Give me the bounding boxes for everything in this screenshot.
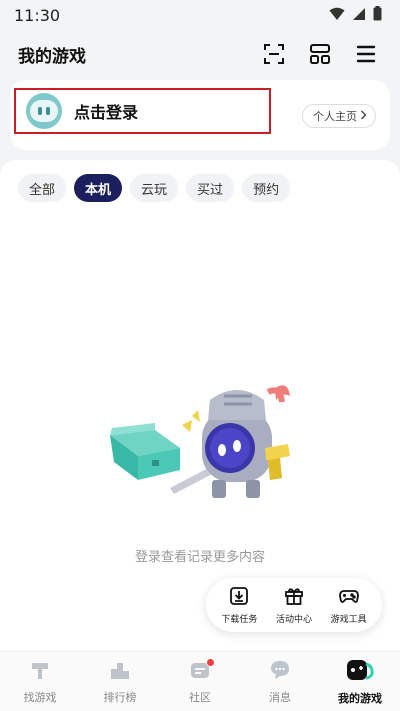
empty-state-illustration bbox=[110, 385, 290, 498]
nav-label: 找游戏 bbox=[23, 690, 57, 704]
nav-label: 我的游戏 bbox=[338, 691, 382, 705]
avatar-face-icon bbox=[30, 100, 58, 122]
profile-label: 个人主页 bbox=[313, 110, 357, 123]
filter-tabs: 全部 本机 云玩 买过 预约 bbox=[18, 174, 291, 202]
tab-local[interactable]: 本机 bbox=[74, 174, 123, 202]
nav-label: 社区 bbox=[189, 690, 211, 704]
gift-icon bbox=[284, 586, 304, 610]
download-icon bbox=[229, 586, 249, 610]
login-button[interactable]: 点击登录 bbox=[14, 88, 271, 134]
wifi-icon bbox=[329, 6, 345, 25]
signal-icon bbox=[352, 6, 366, 25]
nav-community[interactable]: 社区 bbox=[160, 652, 240, 711]
chevron-right-icon bbox=[360, 110, 367, 123]
tab-all[interactable]: 全部 bbox=[18, 174, 67, 202]
download-tasks-button[interactable]: 下载任务 bbox=[221, 586, 257, 625]
page-title: 我的游戏 bbox=[18, 46, 86, 67]
scan-icon[interactable] bbox=[262, 42, 286, 66]
activity-center-button[interactable]: 活动中心 bbox=[276, 586, 312, 625]
nav-label: 消息 bbox=[269, 690, 291, 704]
empty-state-text: 登录查看记录更多内容 bbox=[134, 550, 265, 565]
header-actions bbox=[262, 42, 378, 66]
podium-icon bbox=[109, 659, 131, 685]
chat-bubble-icon bbox=[269, 659, 291, 685]
tool-label: 下载任务 bbox=[221, 614, 258, 625]
avatar bbox=[26, 93, 62, 129]
gamepad-icon bbox=[338, 586, 359, 610]
profile-button[interactable]: 个人主页 bbox=[302, 104, 376, 128]
status-time: 11:30 bbox=[14, 5, 61, 25]
floating-tools-bar: 下载任务 活动中心 游戏工具 bbox=[206, 578, 382, 632]
nav-find-games[interactable]: 找游戏 bbox=[0, 652, 80, 711]
tab-purchased[interactable]: 买过 bbox=[186, 174, 235, 202]
treasure-chest-icon bbox=[110, 423, 180, 480]
login-card: 点击登录 个人主页 bbox=[10, 80, 390, 150]
layout-grid-icon[interactable] bbox=[308, 42, 332, 66]
notification-badge bbox=[206, 658, 215, 667]
nav-messages[interactable]: 消息 bbox=[240, 652, 320, 711]
battery-icon bbox=[373, 5, 382, 25]
header: 我的游戏 bbox=[0, 34, 400, 74]
my-games-icon bbox=[346, 658, 374, 686]
status-bar: 11:30 bbox=[0, 0, 400, 30]
system-icons bbox=[329, 5, 382, 25]
tool-label: 活动中心 bbox=[275, 614, 312, 625]
tab-cloud[interactable]: 云玩 bbox=[130, 174, 179, 202]
hammer-icon bbox=[29, 659, 51, 685]
login-label: 点击登录 bbox=[74, 103, 139, 122]
nav-rankings[interactable]: 排行榜 bbox=[80, 652, 160, 711]
tool-label: 游戏工具 bbox=[330, 614, 367, 625]
nav-my-games[interactable]: 我的游戏 bbox=[320, 652, 400, 711]
menu-icon[interactable] bbox=[354, 42, 378, 66]
nav-label: 排行榜 bbox=[103, 690, 137, 704]
bottom-nav: 找游戏 排行榜 社区 消息 我的游戏 bbox=[0, 651, 400, 711]
tab-reserved[interactable]: 预约 bbox=[242, 174, 291, 202]
game-tools-button[interactable]: 游戏工具 bbox=[331, 586, 367, 625]
